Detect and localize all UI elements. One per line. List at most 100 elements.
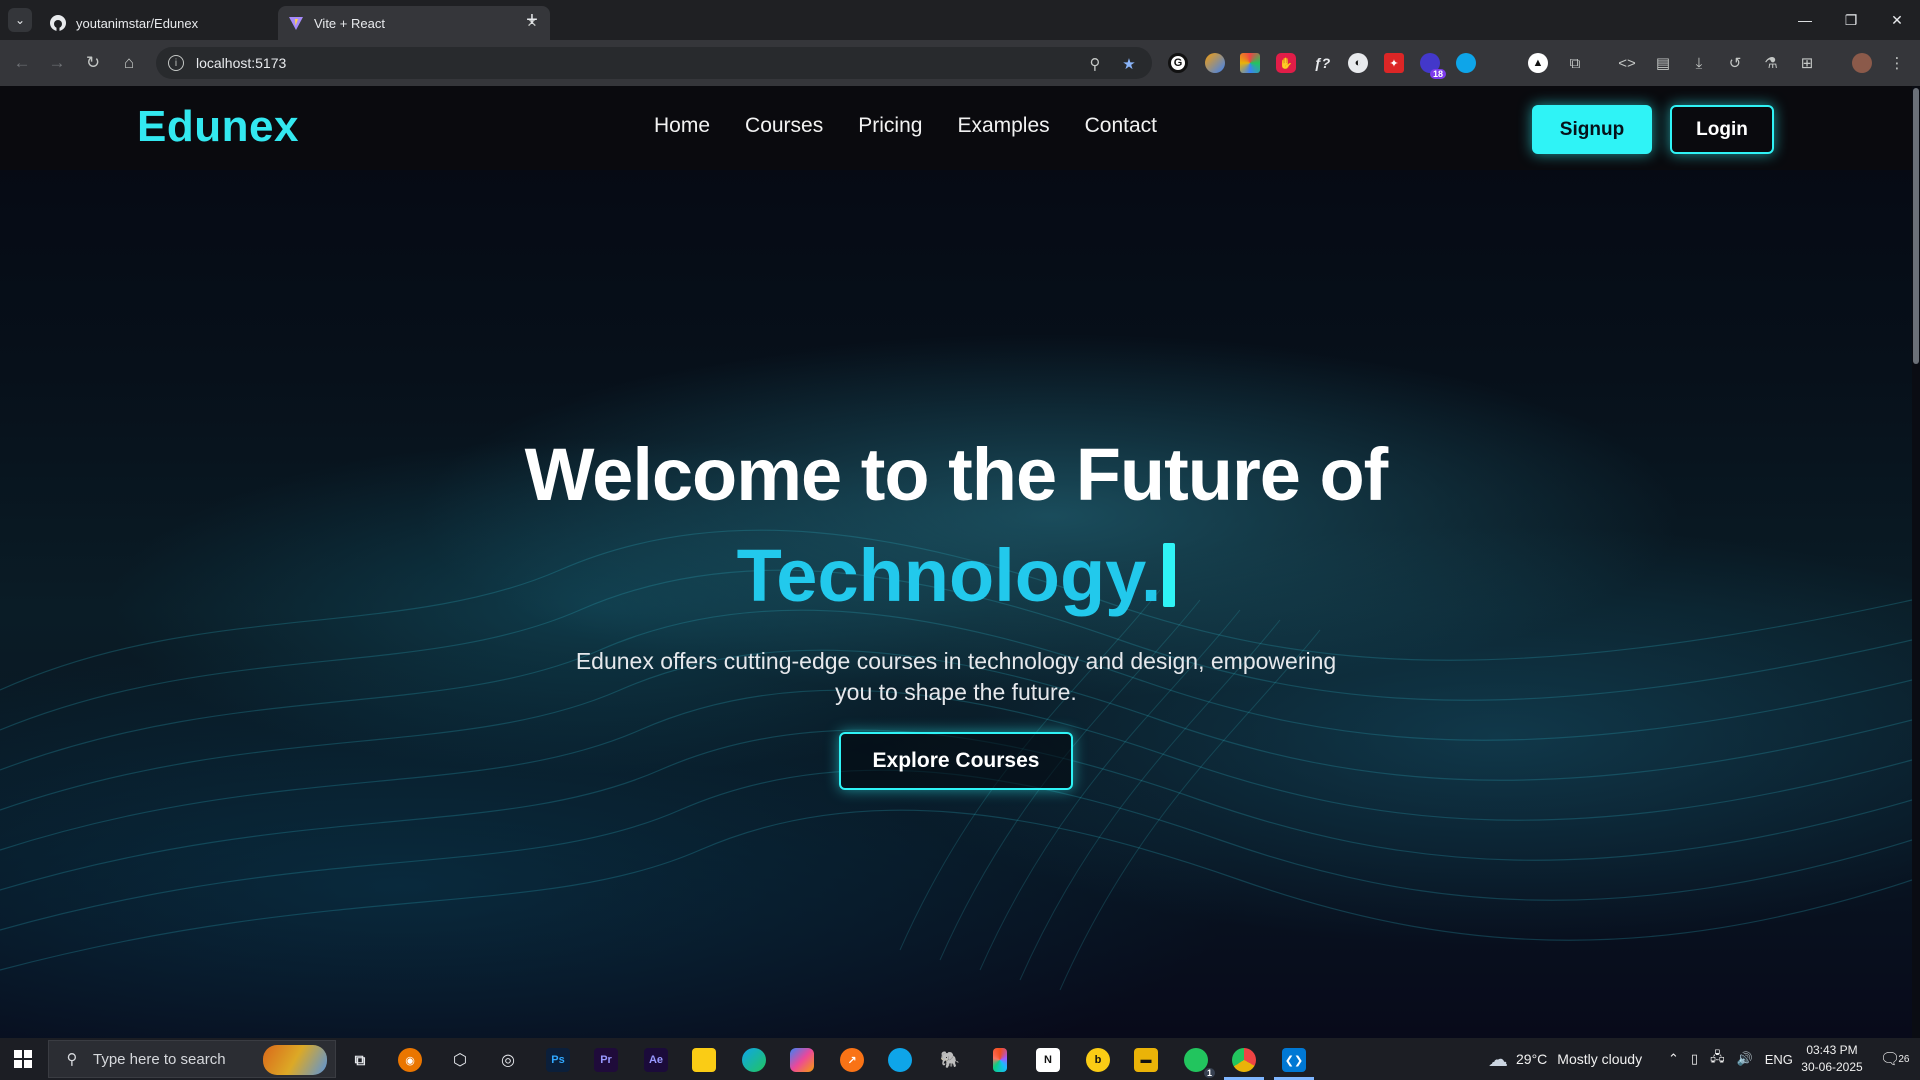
search-icon: ⚲ — [66, 1051, 78, 1068]
browser-tab-vite[interactable]: Vite + React ✕ — [278, 6, 550, 40]
address-text: localhost:5173 — [196, 55, 287, 71]
tab-title: Vite + React — [314, 15, 385, 31]
reload-icon[interactable]: ↻ — [81, 51, 105, 75]
app-icon[interactable] — [888, 1048, 912, 1072]
postgresql-icon[interactable]: 🐘 — [938, 1048, 962, 1072]
notifications-icon[interactable]: 🗨 26 — [1880, 1038, 1909, 1080]
hero-title: Welcome to the Future of — [524, 433, 1389, 516]
figma-icon[interactable] — [993, 1048, 1007, 1072]
site-logo[interactable]: Edunex — [137, 102, 299, 152]
copilot-icon[interactable] — [790, 1048, 814, 1072]
performance-icon[interactable]: ⚗ — [1760, 52, 1782, 74]
notification-count: 26 — [1898, 1053, 1910, 1065]
clock-time: 03:43 PM — [1806, 1043, 1858, 1057]
network-icon[interactable]: 🖧 — [1710, 1048, 1725, 1070]
nav-link-pricing[interactable]: Pricing — [858, 114, 922, 138]
page-scrollbar[interactable] — [1912, 86, 1920, 1038]
weather-text: Mostly cloudy — [1557, 1051, 1643, 1067]
windows-taskbar: ⚲ Type here to search ⧉ ◉ ⬡ ◎ Ps Pr Ae ↗… — [0, 1038, 1920, 1080]
extension-icon[interactable]: ✋ — [1276, 53, 1296, 73]
web-page: Edunex Home Courses Pricing Examples Con… — [0, 86, 1920, 1038]
photoshop-icon[interactable]: Ps — [546, 1048, 570, 1072]
hero-typed-text: Technology. — [0, 533, 1912, 618]
extension-icon[interactable]: ✦ — [1384, 53, 1404, 73]
weather-temp: 29°C — [1516, 1051, 1548, 1067]
new-tab-plus-icon[interactable]: + — [520, 8, 544, 32]
weather-widget[interactable]: ☁ 29°C Mostly cloudy — [1488, 1038, 1642, 1080]
devtools-code-icon[interactable]: <> — [1616, 52, 1638, 74]
hero-typed-word: Technology. — [736, 534, 1162, 617]
taskbar-search-input[interactable]: ⚲ Type here to search — [48, 1040, 336, 1078]
sticky-notes-icon[interactable] — [692, 1048, 716, 1072]
github-icon — [50, 15, 66, 31]
address-bar[interactable]: i localhost:5173 ⚲ ★ — [156, 47, 1152, 79]
nav-link-home[interactable]: Home — [654, 114, 710, 138]
home-icon[interactable]: ⌂ — [117, 51, 141, 75]
taskbar-search-placeholder: Type here to search — [93, 1050, 226, 1068]
apps-grid-icon[interactable]: ⊞ — [1796, 52, 1818, 74]
whatsapp-badge: 1 — [1203, 1068, 1215, 1078]
profile-avatar[interactable] — [1852, 53, 1872, 73]
extensions-puzzle-icon[interactable]: ⧉ — [1564, 52, 1586, 74]
forward-arrow-icon[interactable]: → — [45, 51, 69, 75]
after-effects-icon[interactable]: Ae — [644, 1048, 668, 1072]
extension-badge: 18 — [1429, 69, 1446, 79]
restore-icon[interactable]: ❐ — [1828, 0, 1874, 40]
scrollbar-thumb[interactable] — [1913, 88, 1919, 364]
extension-icon[interactable]: 18 — [1420, 53, 1446, 79]
extension-icon[interactable]: ▲ — [1528, 53, 1548, 73]
chrome-icon[interactable] — [1232, 1048, 1256, 1072]
vite-icon — [288, 15, 304, 31]
whatsapp-icon[interactable]: 1 — [1184, 1048, 1215, 1078]
minimize-icon[interactable]: — — [1782, 0, 1828, 40]
grammarly-extension-icon[interactable]: G — [1168, 53, 1188, 73]
bookmark-star-icon[interactable]: ★ — [1120, 55, 1138, 73]
vscode-icon[interactable]: ❮❯ — [1282, 1048, 1306, 1072]
window-close-icon[interactable]: ✕ — [1874, 0, 1920, 40]
postman-icon[interactable]: ↗ — [840, 1048, 864, 1072]
notion-icon[interactable]: N — [1036, 1048, 1060, 1072]
site-info-icon[interactable]: i — [168, 55, 184, 71]
browser-tabstrip: ⌄ youtanimstar/Edunex ✕ Vite + React ✕ +… — [0, 0, 1920, 40]
explore-courses-button[interactable]: Explore Courses — [839, 732, 1073, 790]
premiere-pro-icon[interactable]: Pr — [594, 1048, 618, 1072]
task-view-icon[interactable]: ⧉ — [348, 1048, 372, 1072]
nav-links: Home Courses Pricing Examples Contact — [654, 114, 1157, 138]
extension-icon[interactable]: ◐ — [1348, 53, 1368, 73]
system-tray: ⌃ ▯ 🖧 🔊 ENG — [1668, 1038, 1793, 1080]
zoom-icon[interactable]: ⚲ — [1086, 55, 1104, 73]
nav-link-contact[interactable]: Contact — [1085, 114, 1157, 138]
font-extension-icon[interactable]: ƒ? — [1312, 53, 1332, 73]
taskbar-clock[interactable]: 03:43 PM 30-06-2025 — [1786, 1042, 1878, 1076]
obs-icon[interactable]: ◎ — [496, 1048, 520, 1072]
signup-button[interactable]: Signup — [1532, 105, 1652, 154]
windows-start-icon[interactable] — [0, 1038, 46, 1080]
volume-icon[interactable]: 🔊 — [1737, 1051, 1753, 1067]
menu-kebab-icon[interactable]: ⋮ — [1886, 52, 1908, 74]
history-icon[interactable]: ↺ — [1724, 52, 1746, 74]
back-arrow-icon[interactable]: ← — [10, 51, 34, 75]
tab-title: youtanimstar/Edunex — [76, 15, 199, 31]
clock-date: 30-06-2025 — [1801, 1060, 1863, 1074]
browser-tab-github[interactable]: youtanimstar/Edunex ✕ — [40, 6, 312, 40]
unity-icon[interactable]: ⬡ — [448, 1048, 472, 1072]
edge-icon[interactable] — [742, 1048, 766, 1072]
hero-subtitle: Edunex offers cutting-edge courses in te… — [520, 646, 1392, 708]
file-explorer-icon[interactable]: ▬ — [1134, 1048, 1158, 1072]
download-icon[interactable]: ⤓ — [1688, 52, 1710, 74]
blender-icon[interactable]: ◉ — [398, 1048, 422, 1072]
color-picker-extension-icon[interactable] — [1240, 53, 1260, 73]
login-button[interactable]: Login — [1670, 105, 1774, 154]
nav-link-courses[interactable]: Courses — [745, 114, 823, 138]
sidebar-icon[interactable]: ▤ — [1652, 52, 1674, 74]
extension-icon[interactable] — [1456, 53, 1476, 73]
typing-cursor — [1163, 543, 1176, 607]
extension-icon[interactable] — [1205, 53, 1225, 73]
search-highlight-icon — [263, 1045, 327, 1075]
hero-subtitle-line: Edunex offers cutting-edge courses in te… — [575, 648, 1337, 674]
tab-search-chevron-icon[interactable]: ⌄ — [8, 8, 32, 32]
nav-link-examples[interactable]: Examples — [957, 114, 1049, 138]
tray-chevron-up-icon[interactable]: ⌃ — [1668, 1051, 1679, 1067]
battery-icon[interactable]: ▯ — [1691, 1051, 1698, 1067]
app-icon[interactable]: b — [1086, 1048, 1110, 1072]
